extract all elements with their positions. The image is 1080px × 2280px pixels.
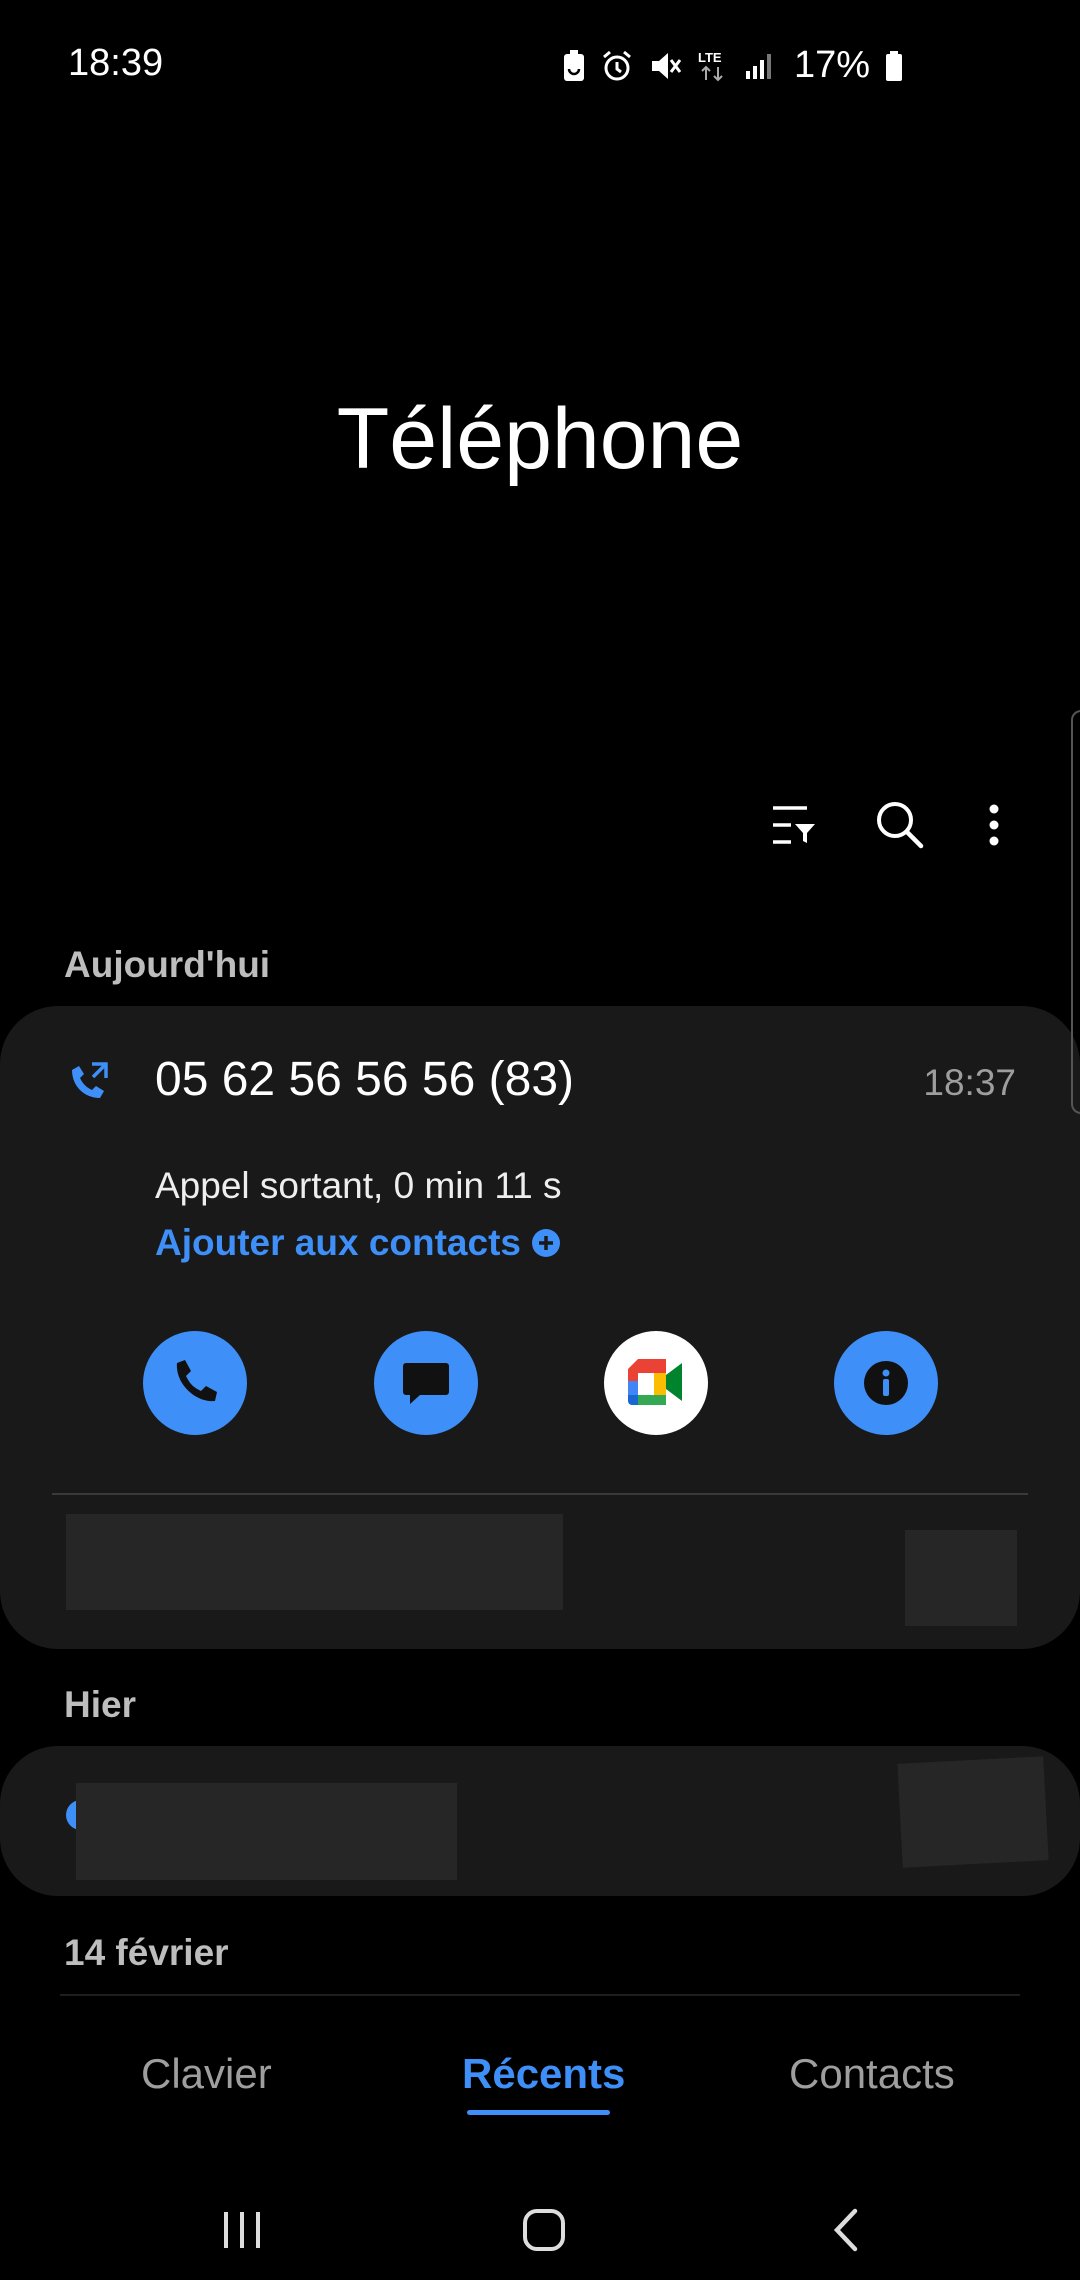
redacted-call-entry[interactable] <box>66 1514 563 1610</box>
status-icons: LTE 17% <box>562 44 904 87</box>
more-options-button[interactable] <box>964 795 1024 855</box>
search-icon <box>877 802 924 849</box>
section-header-today: Aujourd'hui <box>64 944 271 985</box>
svg-text:LTE: LTE <box>698 50 722 65</box>
recent-apps-button[interactable] <box>202 2190 282 2270</box>
battery-saver-icon <box>563 49 584 81</box>
page-title: Téléphone <box>336 391 744 487</box>
video-call-button[interactable] <box>604 1331 708 1435</box>
more-icon <box>989 804 999 846</box>
active-tab-indicator <box>467 2110 610 2115</box>
section-divider <box>60 1994 1020 1996</box>
signal-icon <box>745 53 771 79</box>
battery-percent: 17% <box>793 44 870 86</box>
details-button[interactable] <box>834 1331 938 1435</box>
phone-icon <box>176 1360 217 1402</box>
tab-recents[interactable]: Récents <box>462 2050 625 2098</box>
section-header-date: 14 février <box>64 1932 229 1973</box>
call-detail: Appel sortant, 0 min 11 s <box>155 1165 562 1206</box>
lte-icon: LTE <box>698 50 723 81</box>
call-button[interactable] <box>143 1331 247 1435</box>
call-number[interactable]: 05 62 56 56 56 (83) <box>155 1052 574 1107</box>
search-button[interactable] <box>870 795 930 855</box>
alarm-icon <box>602 50 631 80</box>
message-button[interactable] <box>374 1331 478 1435</box>
home-icon <box>523 2209 565 2251</box>
google-meet-icon <box>628 1359 682 1405</box>
card-divider <box>52 1493 1028 1495</box>
filter-icon <box>773 806 815 844</box>
add-to-contacts-label: Ajouter aux contacts <box>155 1222 521 1263</box>
outgoing-call-icon <box>66 1060 110 1109</box>
edge-panel-handle[interactable] <box>1071 710 1080 1114</box>
back-button[interactable] <box>806 2190 886 2270</box>
add-circle-icon <box>531 1229 560 1257</box>
call-time: 18:37 <box>923 1062 1016 1103</box>
tab-keypad[interactable]: Clavier <box>141 2050 272 2098</box>
redacted-call-time <box>905 1530 1017 1626</box>
redacted-call-time <box>897 1756 1049 1868</box>
tab-contacts[interactable]: Contacts <box>789 2050 955 2098</box>
info-icon <box>864 1361 908 1405</box>
recent-apps-icon <box>224 2212 260 2248</box>
section-header-yesterday: Hier <box>64 1684 136 1725</box>
status-time: 18:39 <box>68 42 164 84</box>
mute-icon <box>651 52 682 79</box>
battery-icon <box>886 50 902 81</box>
filter-button[interactable] <box>764 795 824 855</box>
redacted-call-entry <box>76 1783 457 1880</box>
message-icon <box>403 1363 449 1404</box>
home-button[interactable] <box>504 2190 584 2270</box>
back-icon <box>833 2208 858 2252</box>
add-to-contacts-link[interactable]: Ajouter aux contacts <box>155 1222 561 1264</box>
